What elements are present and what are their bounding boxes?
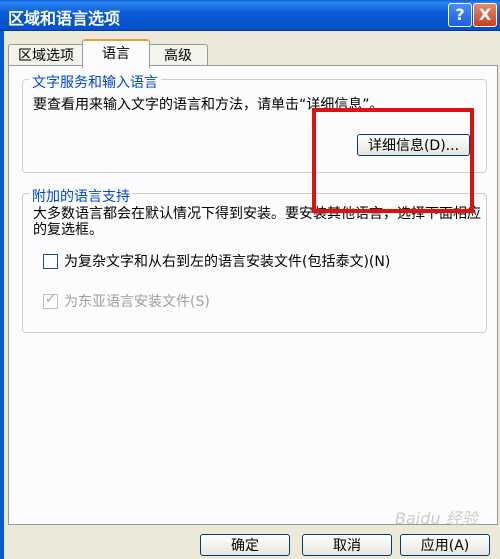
check-icon: ✓ bbox=[45, 291, 56, 307]
east-asian-option: ✓ 为东亚语言安装文件(S) bbox=[43, 291, 210, 311]
highlight-annotation bbox=[312, 108, 474, 213]
complex-script-label: 为复杂文字和从右到左的语言安装文件(包括泰文)(N) bbox=[64, 254, 391, 270]
help-button[interactable]: ? bbox=[448, 3, 472, 27]
complex-script-checkbox[interactable] bbox=[43, 253, 58, 269]
window-title: 区域和语言选项 bbox=[8, 9, 121, 28]
cancel-button[interactable]: 取消 bbox=[302, 534, 392, 556]
east-asian-checkbox: ✓ bbox=[43, 291, 58, 309]
ok-button[interactable]: 确定 bbox=[200, 534, 290, 556]
close-button[interactable]: X bbox=[473, 3, 497, 27]
tab-regional-options[interactable]: 区域选项 bbox=[8, 44, 84, 67]
east-asian-label: 为东亚语言安装文件(S) bbox=[64, 294, 210, 310]
tab-languages[interactable]: 语言 bbox=[82, 39, 150, 68]
text-services-legend: 文字服务和输入语言 bbox=[29, 72, 161, 92]
watermark: Baidu 经验 bbox=[395, 509, 478, 528]
apply-button[interactable]: 应用(A) bbox=[400, 534, 490, 556]
window-border bbox=[0, 31, 4, 559]
tab-advanced[interactable]: 高级 bbox=[148, 44, 208, 67]
supplemental-legend: 附加的语言支持 bbox=[29, 186, 133, 206]
complex-script-option[interactable]: 为复杂文字和从右到左的语言安装文件(包括泰文)(N) bbox=[43, 251, 390, 271]
title-bar: 区域和语言选项 ? X bbox=[0, 0, 500, 31]
